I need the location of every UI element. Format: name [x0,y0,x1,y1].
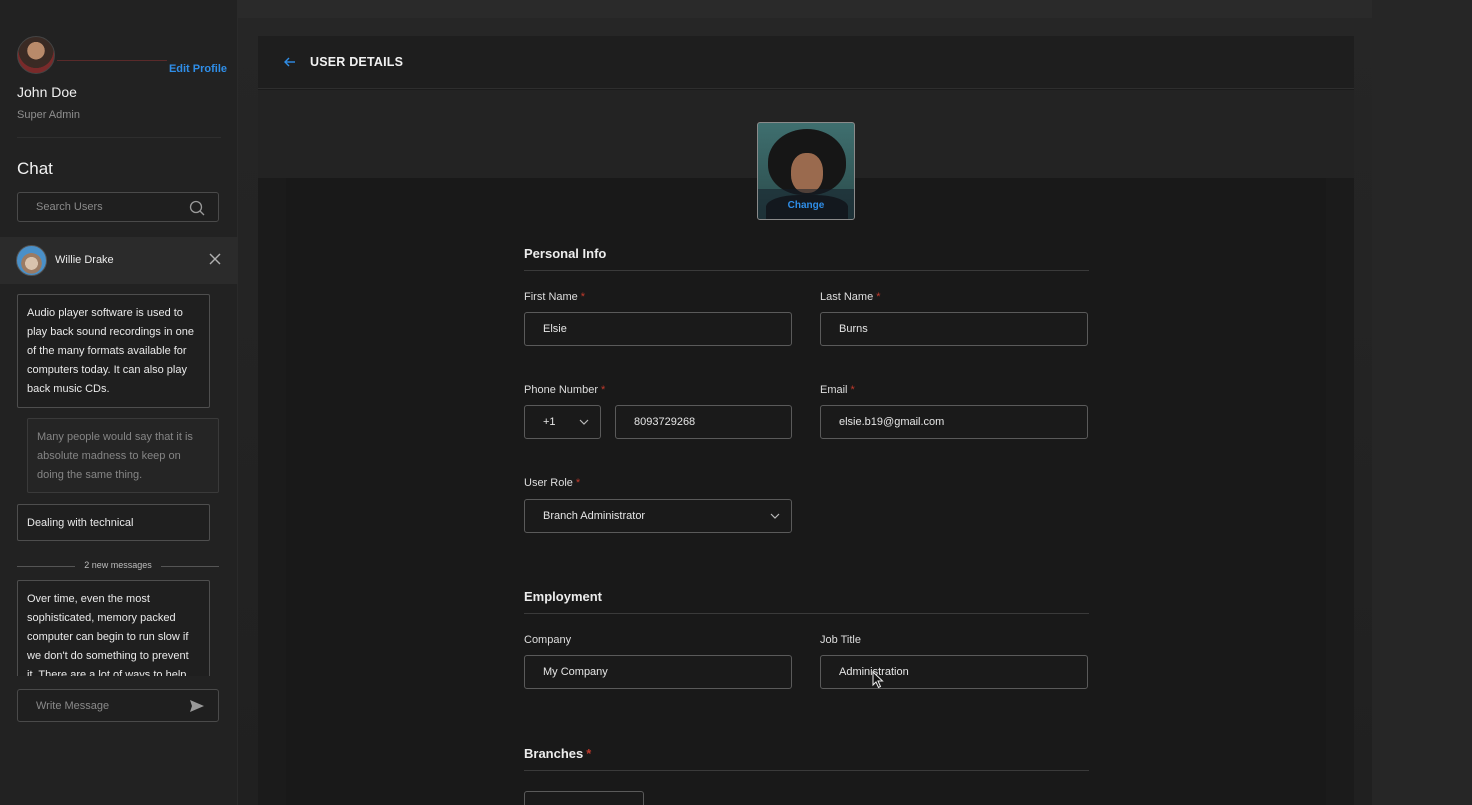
last-name-field[interactable] [820,312,1088,346]
send-icon[interactable] [189,699,205,713]
branches-title: Branches * [524,746,591,761]
edit-profile-link[interactable]: Edit Profile [169,63,227,75]
required-mark: * [601,384,606,396]
job-title-label: Job Title [820,634,861,646]
required-mark: * [586,746,592,761]
search-users-box[interactable] [17,192,219,222]
phone-label-text: Phone Number [524,384,598,396]
chat-heading: Chat [17,159,53,178]
first-name-label: First Name * [524,291,585,303]
company-input[interactable] [543,666,791,678]
close-icon[interactable] [209,253,221,265]
country-code-value: +1 [543,416,556,428]
email-input[interactable] [839,416,1087,428]
chevron-down-icon[interactable] [770,513,780,520]
section-divider [524,270,1089,271]
top-strip [238,0,1472,18]
required-mark: * [876,291,881,303]
new-messages-divider: 2 new messages [17,560,219,572]
profile-card: Edit Profile John Doe Super Admin [17,36,227,136]
required-mark: * [575,477,581,489]
phone-input[interactable] [634,416,791,428]
company-field[interactable] [524,655,792,689]
sidebar: Edit Profile John Doe Super Admin Chat W… [0,0,238,805]
first-name-input[interactable] [543,323,791,335]
message-list[interactable]: Audio player software is used to play ba… [0,284,238,676]
change-photo-button[interactable]: Change [758,200,854,211]
user-role-label-text: User Role [524,477,573,489]
last-name-input[interactable] [839,323,1087,335]
active-chat-header: Willie Drake [0,237,238,284]
profile-name: John Doe [17,84,77,100]
phone-field[interactable] [615,405,792,439]
message-bubble-outgoing: Many people would say that it is absolut… [27,418,219,493]
country-code-select[interactable]: +1 [524,405,601,439]
new-messages-label: 2 new messages [84,560,152,570]
user-photo[interactable]: Change [757,122,855,220]
employment-title: Employment [524,589,603,604]
section-divider [524,613,1089,614]
back-arrow-icon[interactable] [283,55,297,69]
required-mark: * [850,384,855,396]
message-bubble-incoming: Over time, even the most sophisticated, … [17,580,210,676]
panel-header: USER DETAILS [258,36,1354,89]
section-divider [524,770,1089,771]
first-name-label-text: First Name [524,291,578,303]
branch-select[interactable] [524,791,644,805]
message-bubble-incoming: Audio player software is used to play ba… [17,294,210,408]
last-name-label: Last Name * [820,291,880,303]
chat-user-avatar [16,245,47,276]
chat-user-name: Willie Drake [55,254,114,266]
app-window: Edit Profile John Doe Super Admin Chat W… [0,0,1472,805]
user-role-label: User Role * [524,477,580,489]
divider [17,137,221,138]
right-strip [1372,0,1472,805]
last-name-label-text: Last Name [820,291,874,303]
profile-accent-line [57,60,167,61]
job-title-field[interactable] [820,655,1088,689]
write-message-box[interactable] [17,689,219,722]
email-field[interactable] [820,405,1088,439]
required-mark: * [580,291,586,303]
search-icon[interactable] [189,200,205,216]
avatar [17,36,55,74]
form-area [286,178,1326,805]
chevron-down-icon[interactable] [579,419,589,426]
profile-role: Super Admin [17,109,80,121]
company-label: Company [524,634,572,646]
email-label-text: Email [820,384,848,396]
message-input[interactable] [36,699,186,712]
mouse-cursor-icon [872,671,884,689]
divider-line [161,566,219,567]
message-bubble-incoming: Dealing with technical [17,504,210,541]
page-title: USER DETAILS [310,55,404,69]
branches-title-text: Branches [524,746,584,761]
email-label: Email * [820,384,855,396]
user-role-value: Branch Administrator [543,510,646,522]
photo-face [791,153,823,193]
personal-info-title: Personal Info [524,246,607,261]
phone-label: Phone Number * [524,384,605,396]
first-name-field[interactable] [524,312,792,346]
user-role-select[interactable]: Branch Administrator [524,499,792,533]
search-input[interactable] [36,201,186,213]
